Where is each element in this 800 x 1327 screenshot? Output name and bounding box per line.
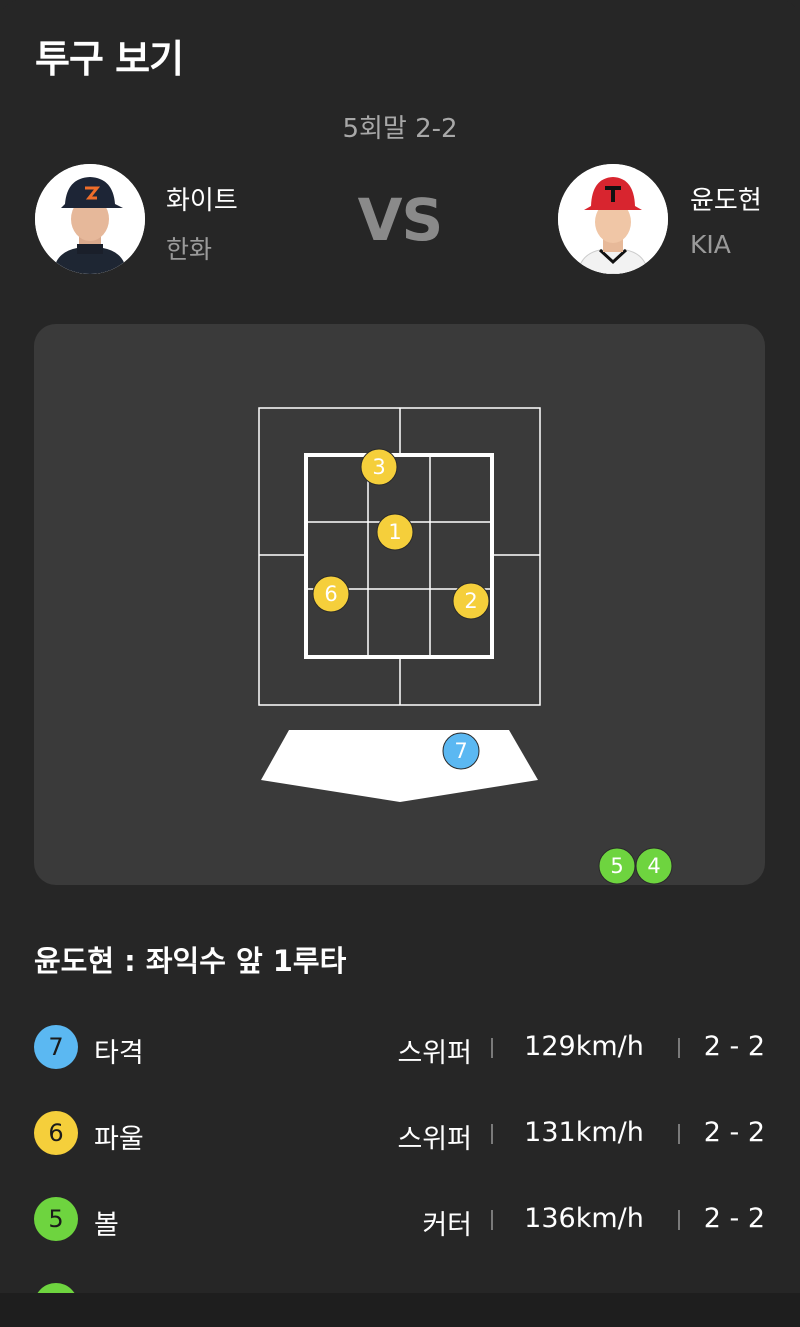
at-bat-result: 윤도현 : 좌익수 앞 1루타: [34, 944, 347, 978]
pitch-marker-5[interactable]: 5: [598, 847, 636, 885]
pitch-view-sheet: 투구 보기 5회말 2-2 화이트 한화 VS 윤도현 KIA 3 1 6 2 …: [0, 0, 800, 1327]
pitch-marker-label: 1: [388, 520, 401, 544]
pitch-marker-3[interactable]: 3: [360, 448, 398, 486]
pitch-marker-7[interactable]: 7: [442, 732, 480, 770]
divider: [678, 1210, 680, 1230]
batter-team: KIA: [690, 230, 731, 259]
pitch-row[interactable]: 5 볼 커터 136km/h 2 - 2: [34, 1197, 765, 1243]
strike-zone-panel: 3 1 6 2 7 54: [34, 324, 765, 885]
divider: [491, 1038, 493, 1058]
pitch-row[interactable]: 6 파울 스위퍼 131km/h 2 - 2: [34, 1111, 765, 1157]
pitch-marker-label: 4: [647, 854, 660, 878]
divider: [491, 1124, 493, 1144]
pitch-kind: 커터: [422, 1210, 472, 1241]
home-plate: [261, 730, 538, 802]
divider: [491, 1210, 493, 1230]
pitch-number-badge: 7: [34, 1025, 78, 1069]
batter-name: 윤도현: [690, 186, 762, 216]
pitch-kind: 스위퍼: [397, 1124, 472, 1155]
vs-label: VS: [357, 186, 444, 254]
batter-photo: [558, 164, 668, 274]
batter-avatar[interactable]: [558, 164, 668, 274]
divider: [678, 1124, 680, 1144]
pitch-marker-label: 3: [372, 455, 385, 479]
pitch-speed: 136km/h: [524, 1203, 644, 1234]
pitch-result: 타격: [94, 1038, 144, 1069]
pitch-result: 파울: [94, 1124, 144, 1155]
pitch-marker-2[interactable]: 2: [452, 582, 490, 620]
inning-score: 5회말 2-2: [342, 114, 458, 144]
pitch-count: 2 - 2: [703, 1031, 765, 1062]
divider: [678, 1038, 680, 1058]
pitch-marker-1[interactable]: 1: [376, 513, 414, 551]
pitch-row[interactable]: 7 타격 스위퍼 129km/h 2 - 2: [34, 1025, 765, 1071]
pitch-number-badge: [34, 1283, 78, 1293]
pitch-kind: 스위퍼: [397, 1038, 472, 1069]
bottom-bar: [0, 1293, 800, 1327]
pitch-result: 볼: [94, 1210, 119, 1241]
pitch-number-badge: 5: [34, 1197, 78, 1241]
pitch-speed: 131km/h: [524, 1117, 644, 1148]
pitch-number-badge: 6: [34, 1111, 78, 1155]
pitch-count: 2 - 2: [703, 1117, 765, 1148]
pitch-marker-label: 7: [454, 739, 467, 763]
pitch-marker-label: 5: [610, 854, 623, 878]
pitch-count: 2 - 2: [703, 1203, 765, 1234]
pitch-marker-label: 2: [464, 589, 477, 613]
strike-zone-chart: 3 1 6 2 7 5 4: [258, 407, 673, 885]
page-title: 투구 보기: [35, 37, 184, 81]
inner-strike-zone: [304, 453, 494, 659]
pitch-marker-label: 6: [324, 582, 337, 606]
pitch-marker-4[interactable]: 4: [635, 847, 673, 885]
pitch-speed: 129km/h: [524, 1031, 644, 1062]
pitch-marker-6[interactable]: 6: [312, 575, 350, 613]
pitch-row-partial[interactable]: [34, 1283, 765, 1293]
